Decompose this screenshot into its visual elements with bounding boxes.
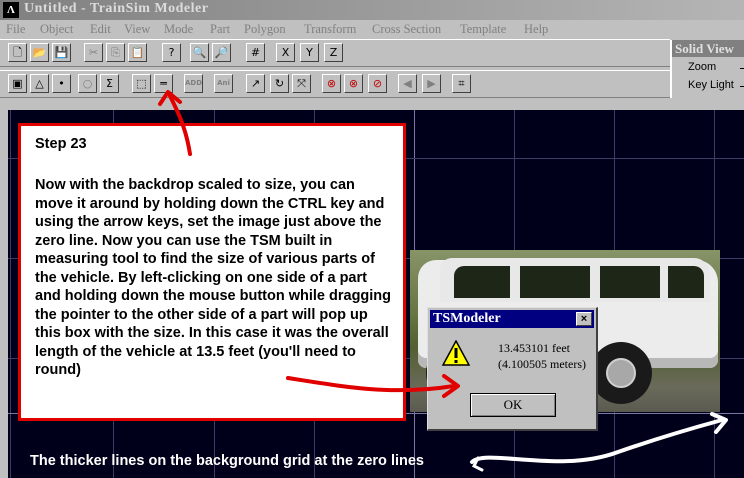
instruction-box: Step 23 Now with the backdrop scaled to …: [18, 123, 406, 421]
select-part-icon[interactable]: ▣: [8, 74, 27, 93]
view-x-icon[interactable]: X: [276, 43, 295, 62]
move-arrow-icon[interactable]: ↗: [246, 74, 265, 93]
menu-file[interactable]: File: [6, 22, 25, 37]
dialog-close-button[interactable]: ×: [576, 312, 592, 326]
window-title: Untitled - TrainSim Modeler: [24, 1, 209, 16]
menu-template[interactable]: Template: [460, 22, 506, 37]
grid-line: [10, 110, 11, 478]
zoom-in-icon[interactable]: 🔍: [190, 43, 209, 62]
vehicle-window: [454, 266, 510, 298]
triangle-tool-icon[interactable]: △: [30, 74, 49, 93]
menu-cross-section[interactable]: Cross Section: [372, 22, 441, 37]
circle-tool-icon[interactable]: ○: [78, 74, 97, 93]
next-icon[interactable]: ▶: [422, 74, 441, 93]
dialog-title-bar: TSModeler ×: [430, 310, 594, 328]
grid-caption: The thicker lines on the background grid…: [30, 453, 424, 469]
vehicle-wheel: [590, 342, 652, 404]
dialog-title: TSModeler: [433, 311, 501, 326]
menu-edit[interactable]: Edit: [90, 22, 111, 37]
delete-y-icon[interactable]: ⊗: [344, 74, 363, 93]
copy-icon[interactable]: ⎘: [106, 43, 125, 62]
view-z-icon[interactable]: Z: [324, 43, 343, 62]
vehicle-roof: [440, 258, 710, 302]
vehicle-window: [668, 266, 704, 298]
title-bar: Λ Untitled - TrainSim Modeler: [0, 0, 744, 20]
menu-help[interactable]: Help: [524, 22, 548, 37]
paste-icon[interactable]: 📋: [128, 43, 147, 62]
previous-icon[interactable]: ◀: [398, 74, 417, 93]
new-file-icon[interactable]: 🗋: [8, 43, 27, 62]
main-toolbar: 🗋 📂 💾 ✂ ⎘ 📋? 🔍 🔎 # X Y Z: [0, 39, 670, 67]
grid-icon[interactable]: #: [246, 43, 265, 62]
zoom-label: Zoom: [688, 61, 717, 73]
step-heading: Step 23: [35, 136, 87, 152]
vehicle-window: [520, 266, 590, 298]
menu-object[interactable]: Object: [40, 22, 73, 37]
menu-transform[interactable]: Transform: [304, 22, 356, 37]
vehicle-window: [600, 266, 660, 298]
wheel-hub: [606, 358, 636, 388]
edit-toolbar: ▣ △ • ○ Σ ⬚ ═ ADD Ani ↗ ↻ ⤧ ⊗ ⊗ ⊘ ◀ ▶ ⌗: [0, 70, 670, 98]
sum-tool-icon[interactable]: Σ: [100, 74, 119, 93]
length-feet: 13.453101 feet: [498, 341, 570, 355]
app-logo-icon: Λ: [3, 2, 19, 18]
length-meters: (4.100505 meters): [498, 357, 586, 371]
menu-part[interactable]: Part: [210, 22, 230, 37]
scale-icon[interactable]: ⤧: [292, 74, 311, 93]
key-light-slider[interactable]: [740, 86, 744, 87]
select-region-icon[interactable]: ⬚: [132, 74, 151, 93]
tsmodeler-dialog: TSModeler × 13.453101 feet (4.100505 met…: [427, 307, 598, 431]
open-folder-icon[interactable]: 📂: [30, 43, 49, 62]
warning-icon: [442, 340, 470, 366]
add-part-icon[interactable]: ADD: [184, 74, 203, 93]
rotate-icon[interactable]: ↻: [270, 74, 289, 93]
view-y-icon[interactable]: Y: [300, 43, 319, 62]
binoculars-icon[interactable]: ⌗: [452, 74, 471, 93]
measure-tool-icon[interactable]: ═: [154, 74, 173, 93]
point-tool-icon[interactable]: •: [52, 74, 71, 93]
delete-x-icon[interactable]: ⊗: [322, 74, 341, 93]
key-light-label: Key Light: [688, 79, 734, 91]
save-disk-icon[interactable]: 💾: [52, 43, 71, 62]
cut-icon[interactable]: ✂: [84, 43, 103, 62]
menu-view[interactable]: View: [124, 22, 150, 37]
step-description: Now with the backdrop scaled to size, yo…: [35, 177, 392, 378]
delete-z-icon[interactable]: ⊘: [368, 74, 387, 93]
menu-mode[interactable]: Mode: [164, 22, 193, 37]
zoom-slider[interactable]: [740, 68, 744, 69]
solid-view-panel: Solid View Zoom Key Light: [670, 40, 744, 98]
help-icon[interactable]: ?: [162, 43, 181, 62]
animate-icon[interactable]: Ani: [214, 74, 233, 93]
menu-polygon[interactable]: Polygon: [244, 22, 286, 37]
solid-view-title: Solid View: [672, 40, 744, 57]
menu-bar: File Object Edit View Mode Part Polygon Transfo…: [0, 20, 744, 39]
zoom-out-icon[interactable]: 🔎: [212, 43, 231, 62]
ok-button[interactable]: OK: [470, 393, 556, 417]
